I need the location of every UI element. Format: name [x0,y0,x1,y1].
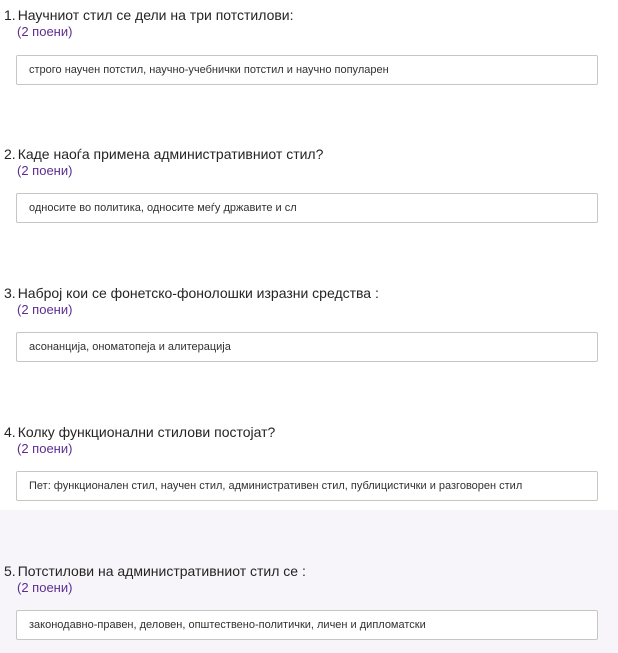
answer-field[interactable]: односите во политика, односите меѓу држа… [16,193,598,223]
question-text: Наброј кои се фонетско-фонолошки изразни… [17,285,379,301]
question-title: 2. Каде наоѓа примена административниот с… [4,145,323,163]
question-number: 5. [4,563,16,579]
question-text: Научниот стил се дели на три потстилови: [17,7,294,23]
question-points: (2 поени) [17,302,73,317]
answer-field[interactable]: асонанција, ономатопеја и алитерација [16,332,598,362]
question-title: 5. Потстилови на административниот стил с… [4,562,306,580]
question-text: Каде наоѓа примена административниот сти… [17,146,324,162]
answer-field[interactable]: строго научен потстил, научно-учебнички … [16,55,598,85]
question-text: Потстилови на административниот стил се … [17,563,306,579]
question-number: 3. [4,285,16,301]
question-number: 1. [4,7,16,23]
question-number: 4. [4,424,16,440]
question-number: 2. [4,146,16,162]
answer-field[interactable]: Пет: функционален стил, научен стил, адм… [16,471,598,501]
question-text: Колку функционални стилови постојат? [17,424,276,440]
answer-field[interactable]: законодавно-правен, деловен, општествено… [16,610,598,640]
question-title: 4. Колку функционални стилови постојат? [4,423,275,441]
question-title: 3. Наброј кои се фонетско-фонолошки израз… [4,284,379,302]
question-points: (2 поени) [17,163,73,178]
question-points: (2 поени) [17,441,73,456]
question-title: 1. Научниот стил се дели на три потстилов… [4,6,294,24]
question-points: (2 поени) [17,24,73,39]
question-points: (2 поени) [17,580,73,595]
